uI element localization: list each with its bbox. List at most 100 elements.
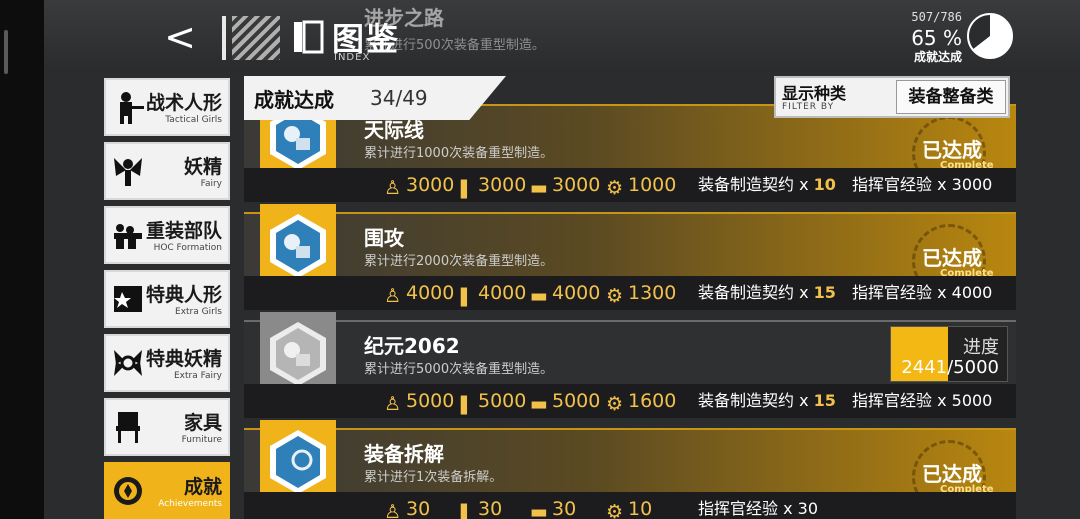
achievement-desc: 累计进行1000次装备重型制造。 — [364, 146, 554, 161]
sidebar-item-sublabel: Fairy — [200, 179, 222, 189]
reward-parts-value: 1300 — [628, 282, 677, 304]
contract-qty: 15 — [813, 283, 836, 302]
sidebar-item-sublabel: Tactical Girls — [165, 115, 222, 125]
global-progress-label: 成就达成 — [913, 50, 962, 64]
manpower-icon: ♙ — [384, 393, 402, 415]
contract-label: 装备制造契约 x — [698, 391, 814, 410]
achievement-desc: 累计进行2000次装备重型制造。 — [364, 254, 554, 269]
reward-ammo: ❚ 3000 — [456, 172, 527, 199]
soldier-icon — [120, 92, 144, 124]
reward-parts-value: 10 — [628, 498, 653, 519]
list-header: 成就达成 34/49 显示种类 FILTER BY 装备整备类 — [244, 76, 1014, 120]
achievement-row[interactable]: 装备拆解 累计进行1次装备拆解。 已达成 Complete ♙ 30 ❚ 30 ▬ 3… — [244, 420, 1016, 519]
reward-exp: 指挥官经验 x 4000 — [852, 283, 993, 302]
sidebar-item-label: 特典人形 — [145, 284, 222, 306]
title-stripe-decoration — [232, 16, 280, 60]
progress-indicator: 进度 2441/5000 — [890, 326, 1008, 382]
sidebar-item-fairy[interactable]: 妖精 Fairy — [104, 142, 230, 200]
reward-manpower-value: 4000 — [406, 282, 455, 304]
reward-parts: ⚙ 10 — [606, 496, 652, 519]
reward-parts: ⚙ 1600 — [606, 388, 677, 415]
status-label: 已达成 — [922, 246, 982, 270]
sidebar-item-sublabel: Extra Girls — [175, 307, 222, 317]
reward-manpower: ♙ 5000 — [384, 388, 454, 415]
contract-label: 装备制造契约 x — [698, 175, 814, 194]
sidebar-item-achievements[interactable]: 成就 Achievements — [104, 462, 230, 519]
reward-ammo: ❚ 5000 — [456, 388, 527, 415]
ammo-icon: ❚ — [456, 285, 472, 307]
edge-notch — [4, 30, 8, 74]
reward-rations-value: 30 — [552, 498, 577, 519]
achievement-row[interactable]: 纪元2062 累计进行5000次装备重型制造。 进度 2441/5000 ♙ 50… — [244, 312, 1016, 418]
reward-exp: 指挥官经验 x 30 — [698, 499, 819, 518]
filter-title: 显示种类 — [782, 84, 847, 103]
sidebar-item-sublabel: Extra Fairy — [173, 371, 222, 381]
left-edge-strip — [0, 0, 44, 519]
manpower-icon: ♙ — [384, 501, 402, 519]
sidebar-item-label: 特典妖精 — [145, 348, 222, 370]
reward-ammo-value: 3000 — [478, 174, 527, 196]
achievement-desc: 累计进行5000次装备重型制造。 — [364, 362, 554, 377]
sidebar-item-label: 战术人形 — [145, 92, 222, 114]
sidebar-item-tactical-girls[interactable]: 战术人形 Tactical Girls — [104, 78, 230, 136]
reward-rations-value: 5000 — [552, 390, 601, 412]
reward-ammo-value: 5000 — [478, 390, 527, 412]
chair-icon — [116, 412, 140, 443]
reward-parts: ⚙ 1000 — [606, 172, 677, 199]
reward-ammo-value: 30 — [478, 498, 503, 519]
manpower-icon: ♙ — [384, 177, 402, 199]
reward-manpower: ♙ 3000 — [384, 172, 455, 199]
parts-icon: ⚙ — [606, 177, 624, 199]
manpower-icon: ♙ — [384, 285, 402, 307]
sidebar-item-sublabel: HOC Formation — [153, 243, 222, 253]
sidebar-item-label: 妖精 — [183, 156, 222, 178]
filter-dropdown[interactable]: 装备整备类 — [896, 80, 1006, 114]
contract-qty: 10 — [813, 175, 836, 194]
page-subtitle: INDEX — [334, 52, 371, 63]
progress-value: 2441/5000 — [901, 357, 999, 378]
reward-parts: ⚙ 1300 — [606, 280, 677, 307]
book-icon — [294, 20, 324, 54]
reward-exp: 指挥官经验 x 3000 — [852, 175, 993, 194]
parts-icon: ⚙ — [606, 285, 624, 307]
achievement-name: 围攻 — [364, 226, 404, 250]
reward-parts-value: 1000 — [628, 174, 677, 196]
achievement-name: 纪元2062 — [364, 334, 460, 358]
reward-rations: ▬ 30 — [530, 496, 576, 519]
global-progress-percent: 65 % — [911, 26, 962, 50]
reward-parts-value: 1600 — [628, 390, 677, 412]
reward-rations-value: 4000 — [552, 282, 601, 304]
sidebar-item-label: 成就 — [183, 476, 222, 498]
fairy-icon — [114, 158, 142, 186]
sidebar-item-extra-fairy[interactable]: 特典妖精 Extra Fairy — [104, 334, 230, 392]
parts-icon: ⚙ — [606, 501, 624, 519]
sidebar-item-furniture[interactable]: 家具 Furniture — [104, 398, 230, 456]
achieved-label: 成就达成 — [254, 88, 334, 112]
achieved-count-panel: 成就达成 34/49 — [244, 76, 506, 120]
parts-icon: ⚙ — [606, 393, 624, 415]
reward-contract: 装备制造契约 x 15 — [698, 280, 836, 306]
global-progress-count: 507/786 — [911, 10, 962, 24]
achievement-icon — [114, 477, 142, 505]
sidebar-item-extra-girls[interactable]: 特典人形 Extra Girls — [104, 270, 230, 328]
reward-manpower: ♙ 30 — [384, 496, 430, 519]
sidebar-item-label: 家具 — [183, 412, 222, 434]
rations-icon: ▬ — [530, 393, 548, 415]
reward-contract: 装备制造契约 x 15 — [698, 388, 836, 414]
sidebar-item-sublabel: Achievements — [158, 499, 222, 509]
ammo-icon: ❚ — [456, 177, 472, 199]
achievement-row[interactable]: 围攻 累计进行2000次装备重型制造。 已达成 Complete ♙ 4000 ❚… — [244, 204, 1016, 310]
reward-rations: ▬ 5000 — [530, 388, 601, 415]
reward-contract: 装备制造契约 x 10 — [698, 172, 836, 198]
contract-label: 装备制造契约 x — [698, 283, 814, 302]
reward-rations: ▬ 3000 — [530, 172, 600, 199]
achievement-desc: 累计进行1次装备拆解。 — [364, 470, 503, 485]
reward-manpower: ♙ 4000 — [384, 280, 455, 307]
rations-icon: ▬ — [530, 501, 548, 519]
reward-rations: ▬ 4000 — [530, 280, 601, 307]
rations-icon: ▬ — [530, 285, 548, 307]
reward-manpower-value: 3000 — [406, 174, 455, 196]
back-button[interactable]: < — [160, 14, 200, 62]
status-label: 已达成 — [922, 138, 982, 162]
sidebar-item-hoc[interactable]: 重装部队 HOC Formation — [104, 206, 230, 264]
